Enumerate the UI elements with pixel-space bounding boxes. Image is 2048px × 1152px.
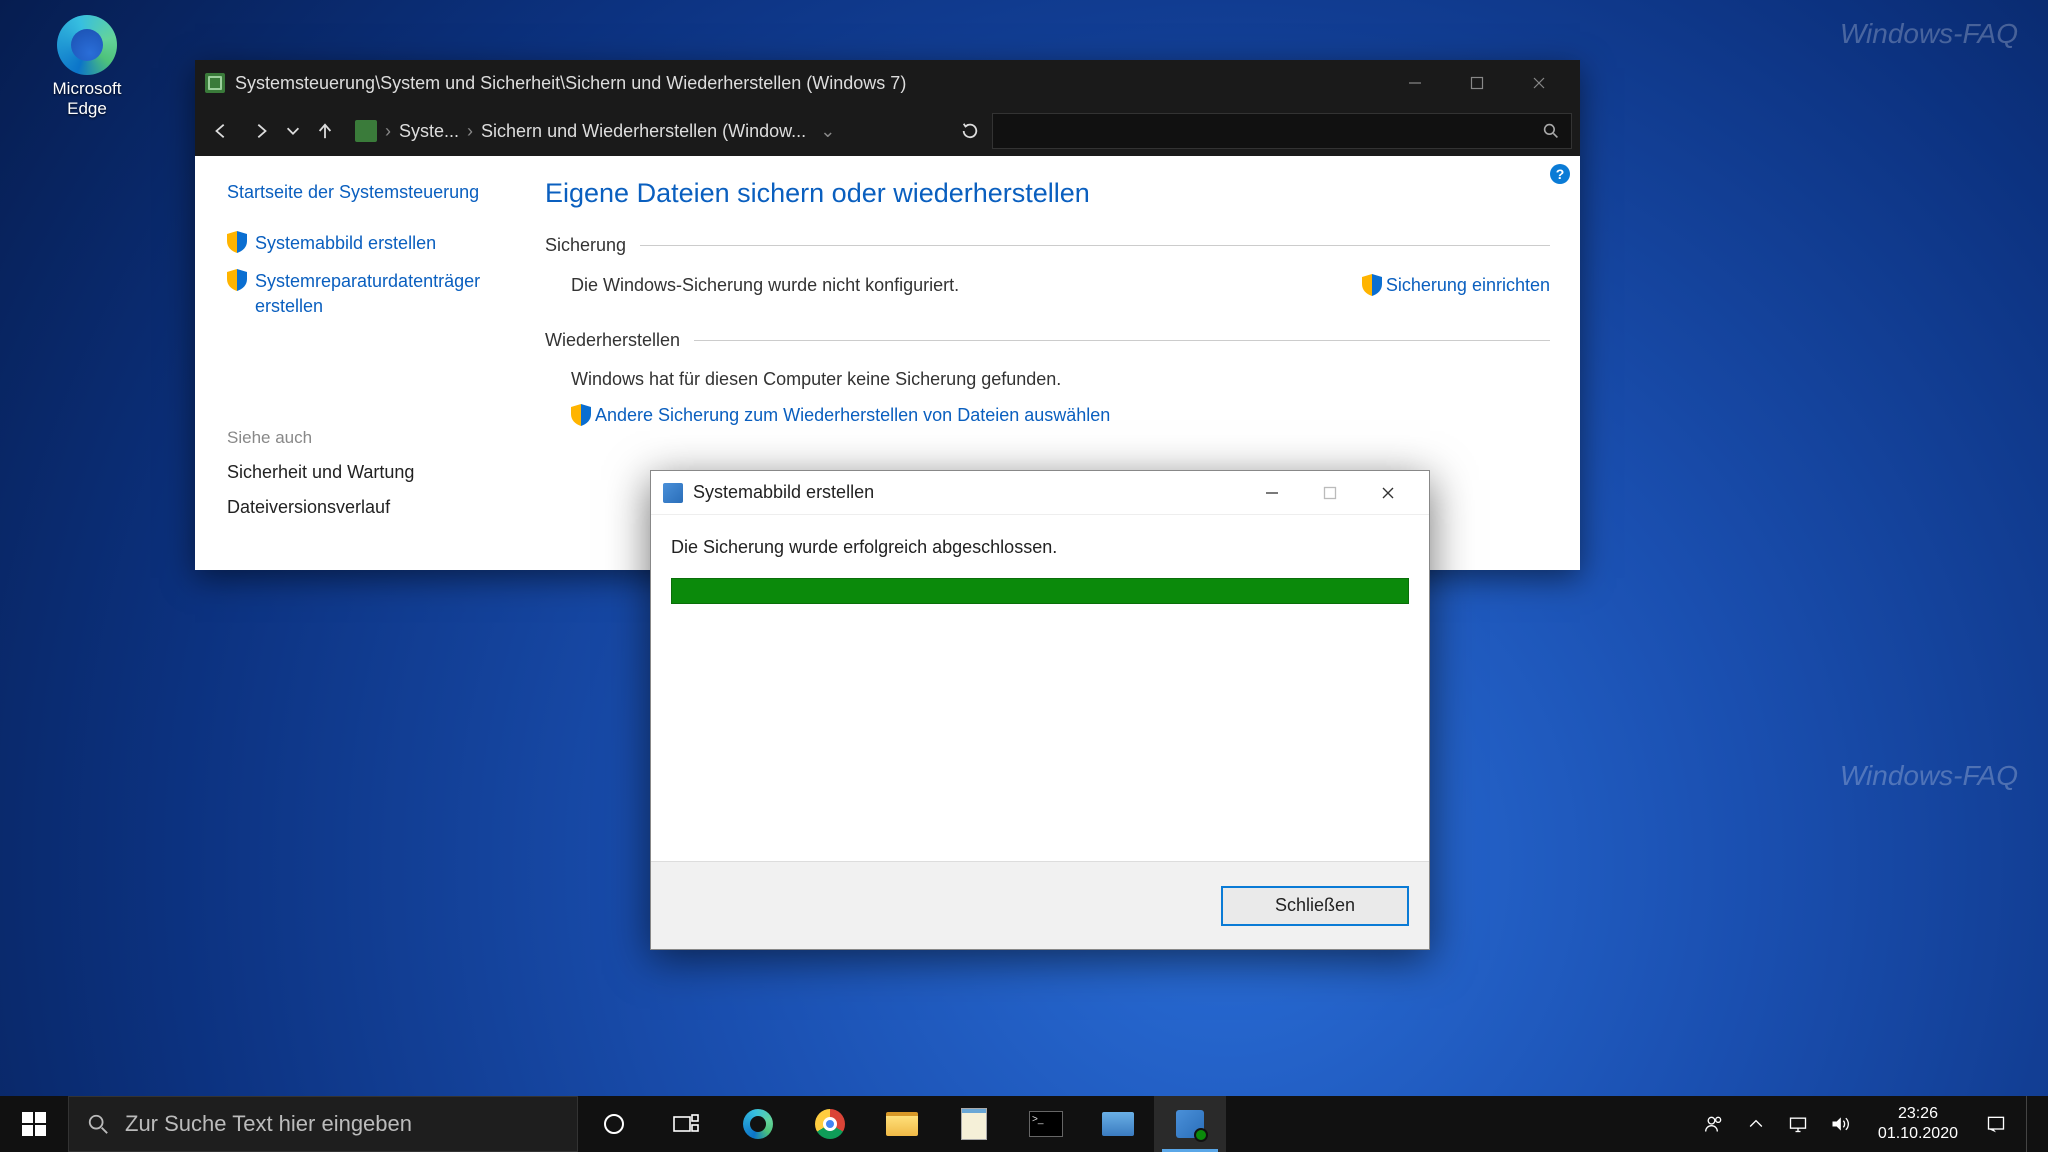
see-also-filehistory[interactable]: Dateiversionsverlauf bbox=[227, 497, 495, 518]
titlebar[interactable]: Systemsteuerung\System und Sicherheit\Si… bbox=[195, 60, 1580, 106]
progress-bar bbox=[671, 578, 1409, 604]
see-also-security[interactable]: Sicherheit und Wartung bbox=[227, 462, 495, 483]
sidebar: Startseite der Systemsteuerung Systemabb… bbox=[195, 156, 515, 570]
restore-status-text: Windows hat für diesen Computer keine Si… bbox=[545, 369, 1550, 390]
backup-path-icon bbox=[355, 120, 377, 142]
taskbar-app-terminal[interactable]: >_ bbox=[1010, 1096, 1082, 1152]
breadcrumb-root[interactable]: Syste... bbox=[399, 121, 459, 142]
network-icon[interactable] bbox=[1786, 1112, 1810, 1136]
minimize-button[interactable] bbox=[1384, 60, 1446, 106]
shield-icon bbox=[227, 231, 247, 253]
link-label: Andere Sicherung zum Wiederherstellen vo… bbox=[595, 405, 1110, 426]
cortana-icon[interactable] bbox=[578, 1096, 650, 1152]
desktop-icon-label: Microsoft Edge bbox=[32, 79, 142, 119]
dialog-close-button[interactable] bbox=[1359, 471, 1417, 515]
divider bbox=[694, 340, 1550, 341]
watermark: Windows-FAQ bbox=[1840, 18, 2018, 50]
breadcrumb-leaf[interactable]: Sichern und Wiederherstellen (Window... bbox=[481, 121, 806, 142]
backup-app-icon bbox=[663, 483, 683, 503]
search-icon bbox=[87, 1113, 109, 1135]
sidebar-link-repair-disc[interactable]: Systemreparaturdatenträger erstellen bbox=[227, 269, 495, 318]
system-image-dialog: Systemabbild erstellen Die Sicherung wur… bbox=[650, 470, 1430, 950]
start-button[interactable] bbox=[0, 1096, 68, 1152]
back-button[interactable] bbox=[203, 113, 239, 149]
task-view-icon[interactable] bbox=[650, 1096, 722, 1152]
window-title: Systemsteuerung\System und Sicherheit\Si… bbox=[235, 73, 1384, 94]
recent-dropdown[interactable] bbox=[283, 113, 303, 149]
taskbar-app-backup[interactable] bbox=[1154, 1096, 1226, 1152]
dialog-maximize-button bbox=[1301, 471, 1359, 515]
chevron-down-icon[interactable]: ⌄ bbox=[814, 121, 841, 142]
sidebar-link-label: Systemabbild erstellen bbox=[255, 231, 436, 255]
chevron-right-icon: › bbox=[467, 121, 473, 142]
dialog-titlebar[interactable]: Systemabbild erstellen bbox=[651, 471, 1429, 515]
shield-icon bbox=[227, 269, 247, 291]
maximize-button[interactable] bbox=[1446, 60, 1508, 106]
notifications-icon[interactable] bbox=[1984, 1112, 2008, 1136]
up-button[interactable] bbox=[307, 113, 343, 149]
taskbar-search[interactable]: Zur Suche Text hier eingeben bbox=[68, 1096, 578, 1152]
dialog-title: Systemabbild erstellen bbox=[693, 482, 1243, 503]
section-label: Sicherung bbox=[545, 235, 626, 256]
tray-chevron-up-icon[interactable] bbox=[1744, 1112, 1768, 1136]
shield-icon bbox=[1362, 274, 1382, 296]
taskbar-app-chrome[interactable] bbox=[794, 1096, 866, 1152]
close-button[interactable] bbox=[1508, 60, 1570, 106]
section-restore-heading: Wiederherstellen bbox=[545, 330, 1550, 351]
section-backup-heading: Sicherung bbox=[545, 235, 1550, 256]
sidebar-link-create-image[interactable]: Systemabbild erstellen bbox=[227, 231, 495, 255]
page-heading: Eigene Dateien sichern oder wiederherste… bbox=[545, 178, 1550, 209]
navbar: › Syste... › Sichern und Wiederherstelle… bbox=[195, 106, 1580, 156]
link-label: Sicherung einrichten bbox=[1386, 275, 1550, 296]
chevron-right-icon: › bbox=[385, 121, 391, 142]
backup-status-text: Die Windows-Sicherung wurde nicht konfig… bbox=[571, 275, 959, 296]
search-input[interactable] bbox=[992, 113, 1572, 149]
date-text: 01.10.2020 bbox=[1878, 1124, 1958, 1144]
system-tray: 23:26 01.10.2020 bbox=[1690, 1096, 2048, 1152]
time-text: 23:26 bbox=[1878, 1104, 1958, 1124]
section-label: Wiederherstellen bbox=[545, 330, 680, 351]
dialog-body: Die Sicherung wurde erfolgreich abgeschl… bbox=[651, 515, 1429, 861]
dialog-close-action-button[interactable]: Schließen bbox=[1221, 886, 1409, 926]
desktop-icon-edge[interactable]: Microsoft Edge bbox=[32, 15, 142, 119]
taskbar-app-notepad[interactable] bbox=[938, 1096, 1010, 1152]
divider bbox=[640, 245, 1550, 246]
sidebar-link-label: Systemreparaturdatenträger erstellen bbox=[255, 269, 495, 318]
setup-backup-link[interactable]: Sicherung einrichten bbox=[1362, 274, 1550, 296]
edge-icon bbox=[57, 15, 117, 75]
refresh-button[interactable] bbox=[952, 113, 988, 149]
search-placeholder: Zur Suche Text hier eingeben bbox=[125, 1111, 412, 1137]
volume-icon[interactable] bbox=[1828, 1112, 1852, 1136]
show-desktop-button[interactable] bbox=[2026, 1096, 2036, 1152]
people-icon[interactable] bbox=[1702, 1112, 1726, 1136]
taskbar: Zur Suche Text hier eingeben >_ 23:26 01… bbox=[0, 1096, 2048, 1152]
taskbar-app-edge[interactable] bbox=[722, 1096, 794, 1152]
taskbar-app-explorer[interactable] bbox=[866, 1096, 938, 1152]
task-icons: >_ bbox=[578, 1096, 1226, 1152]
clock[interactable]: 23:26 01.10.2020 bbox=[1870, 1104, 1966, 1144]
breadcrumb[interactable]: › Syste... › Sichern und Wiederherstelle… bbox=[347, 120, 948, 142]
dialog-message: Die Sicherung wurde erfolgreich abgeschl… bbox=[671, 537, 1409, 558]
backup-app-icon bbox=[205, 73, 225, 93]
forward-button[interactable] bbox=[243, 113, 279, 149]
see-also-heading: Siehe auch bbox=[227, 428, 495, 448]
taskbar-app-generic[interactable] bbox=[1082, 1096, 1154, 1152]
watermark: Windows-FAQ bbox=[1840, 760, 2018, 792]
help-icon[interactable]: ? bbox=[1550, 164, 1570, 184]
dialog-footer: Schließen bbox=[651, 861, 1429, 949]
shield-icon bbox=[571, 404, 591, 426]
sidebar-home-link[interactable]: Startseite der Systemsteuerung bbox=[227, 182, 495, 203]
dialog-minimize-button[interactable] bbox=[1243, 471, 1301, 515]
search-icon bbox=[1543, 123, 1559, 139]
choose-other-backup-link[interactable]: Andere Sicherung zum Wiederherstellen vo… bbox=[571, 404, 1110, 426]
